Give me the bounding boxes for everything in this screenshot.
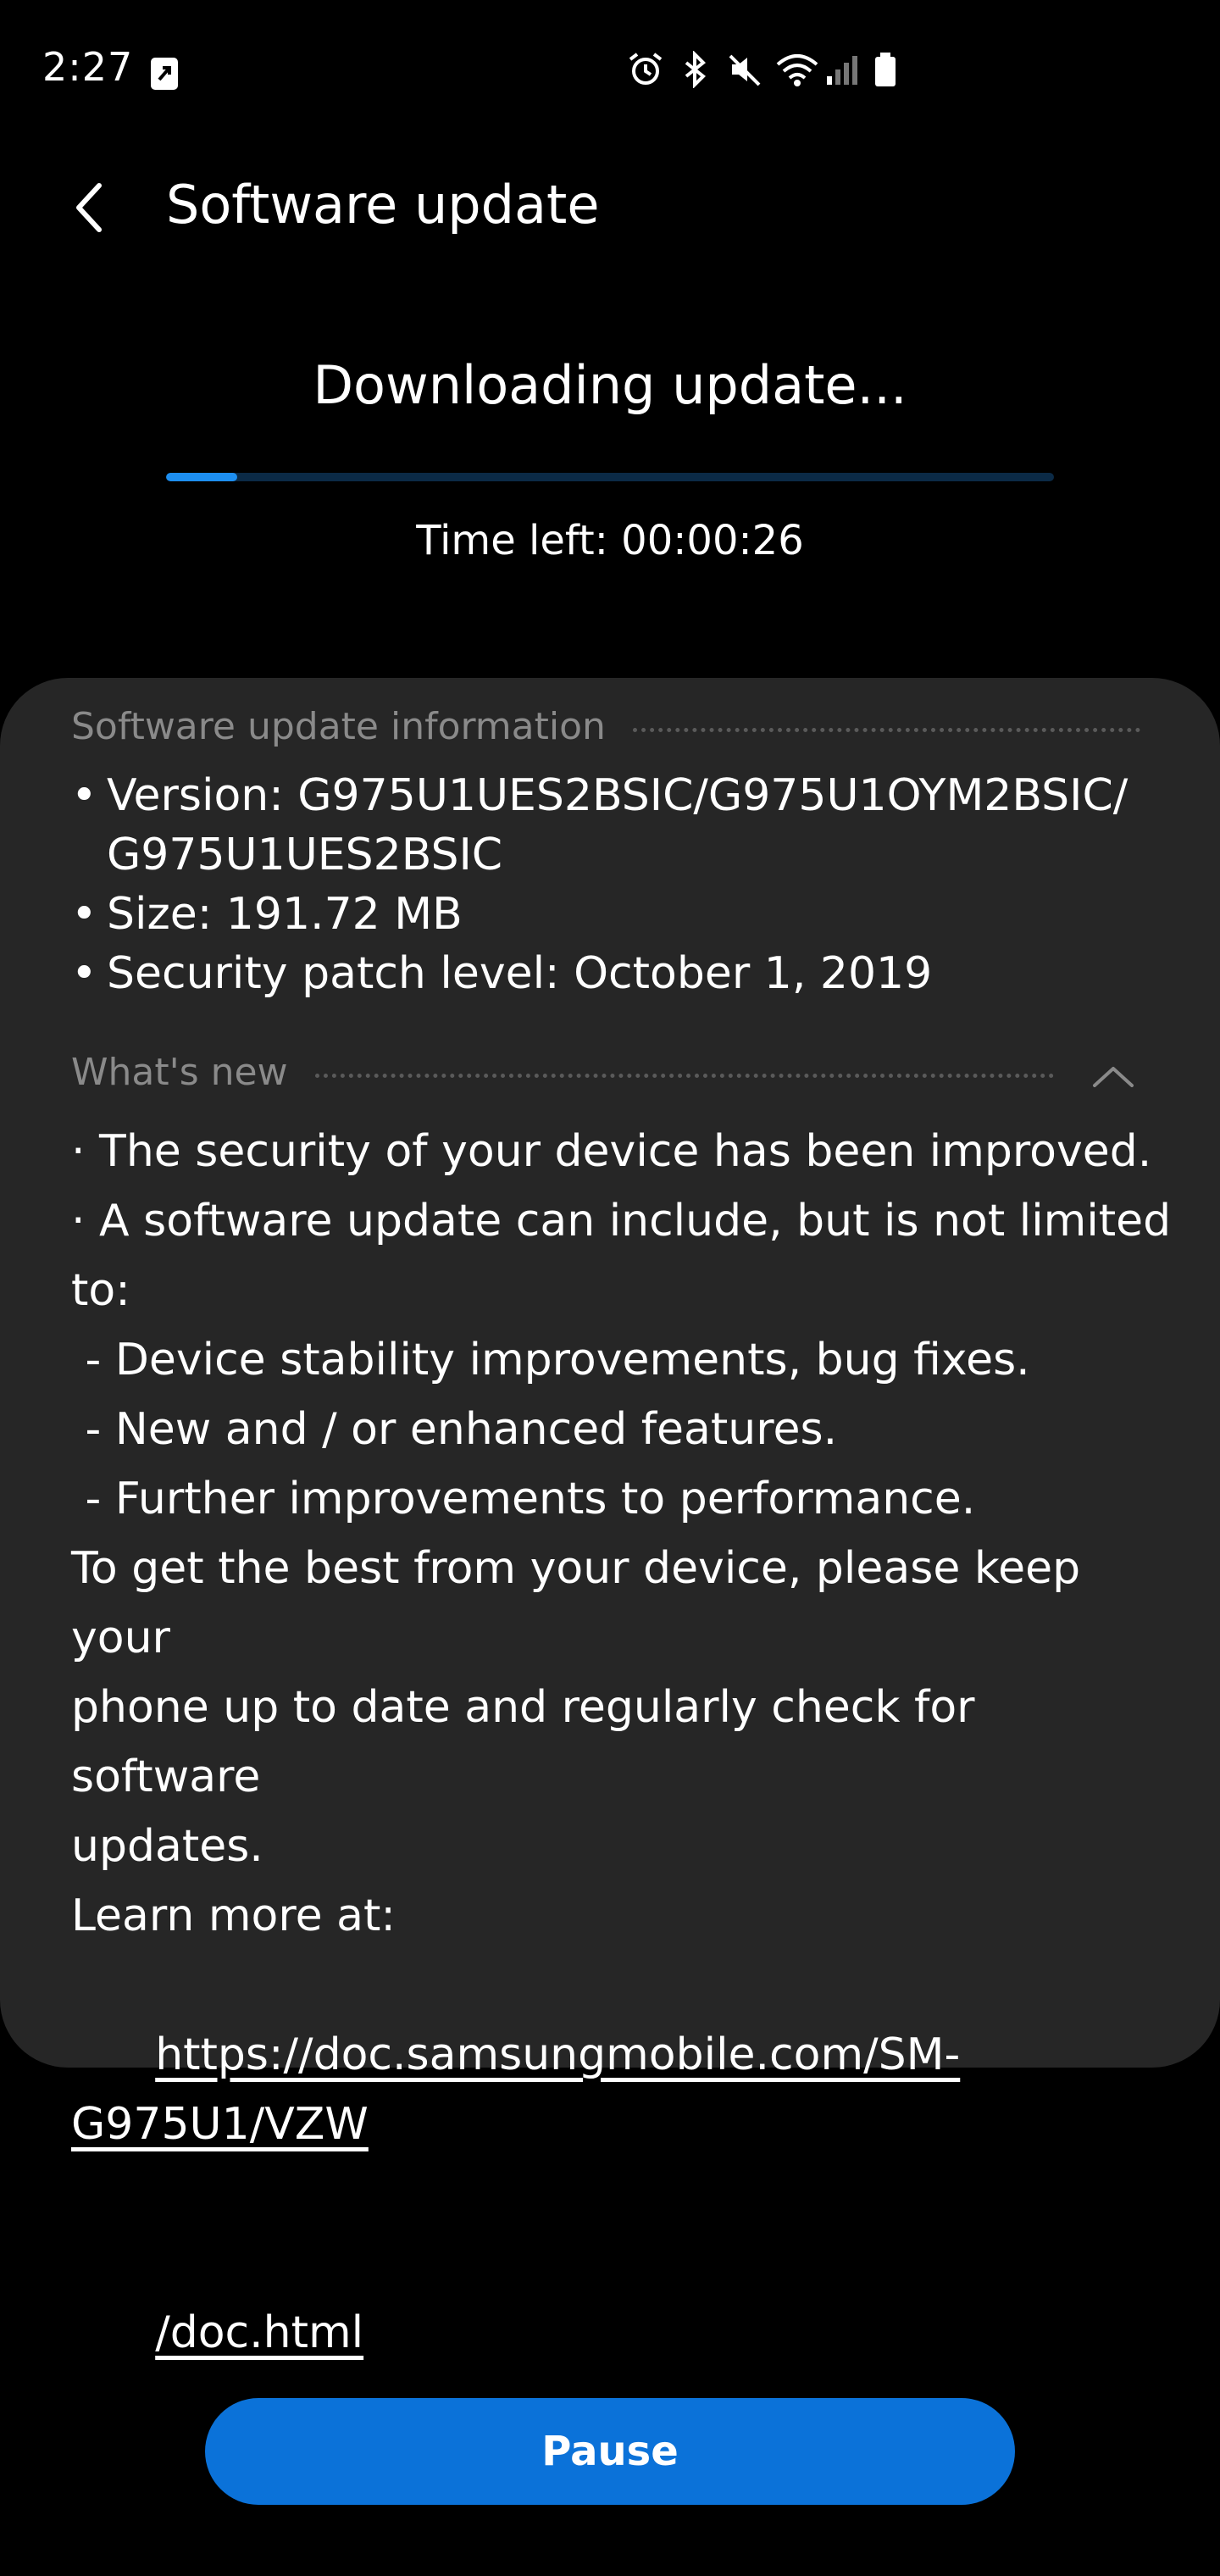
learn-more-link-part-1[interactable]: https://doc.samsungmobile.com/SM-G975U1/… [71,2029,960,2150]
software-update-info-header: Software update information [71,705,1140,748]
section-title: Software update information [71,705,606,748]
page-title: Software update [166,174,600,236]
section-divider [314,1074,1054,1078]
download-progress-bar [166,473,1054,481]
app-header: Software update [0,161,1220,254]
bullet: • [71,770,97,821]
whats-new-line: Learn more at: [71,1890,396,1941]
learn-more-link[interactable]: https://doc.samsungmobile.com/SM-G975U1/… [71,1951,1173,2229]
whats-new-line: · A software update can include, but is … [71,1196,1185,1316]
whats-new-line: · The security of your device has been i… [71,1126,1152,1177]
battery-icon [873,51,910,88]
whats-new-body: · The security of your device has been i… [71,1117,1173,2437]
time-left: Time left: 00:00:26 [416,517,804,564]
info-item-size: • Size: 191.72 MB [71,885,1173,944]
alarm-icon [627,51,664,88]
download-heading: Downloading update... [313,354,907,416]
update-info-list: • Version: G975U1UES2BSIC/G975U1OYM2BSIC… [71,766,1173,1003]
bullet: • [71,889,97,940]
whats-new-title: What's new [71,1051,288,1094]
chevron-up-icon [1093,1067,1134,1087]
security-patch-text: Security patch level: October 1, 2019 [107,948,933,999]
version-text: Version: G975U1UES2BSIC/G975U1OYM2BSIC/ … [107,770,1128,880]
whats-new-line: - Further improvements to performance. [71,1474,976,1524]
download-progress-fill [166,473,237,481]
status-bar: 2:27 [0,0,1220,153]
media-icon [149,56,180,92]
back-button[interactable] [51,169,127,246]
whats-new-line: - Device stability improvements, bug fix… [71,1335,1030,1385]
mute-icon [725,51,762,88]
pause-button[interactable]: Pause [205,2398,1015,2505]
size-text: Size: 191.72 MB [107,889,463,940]
whats-new-line: - New and / or enhanced features. [71,1404,838,1455]
bluetooth-icon [676,50,713,89]
whats-new-line: To get the best from your device, please… [71,1543,1095,1663]
update-info-card: Software update information • Version: G… [0,678,1220,2358]
status-icons [627,50,910,89]
whats-new-line: phone up to date and regularly check for… [71,1682,990,1802]
collapse-whats-new-button[interactable] [1088,1051,1139,1102]
bullet: • [71,948,97,999]
section-divider [632,728,1140,732]
info-item-version: • Version: G975U1UES2BSIC/G975U1OYM2BSIC… [71,766,1173,885]
status-time: 2:27 [42,44,134,90]
learn-more-link-part-2[interactable]: /doc.html [155,2307,363,2358]
whats-new-line: updates. [71,1821,263,1872]
info-item-security-patch: • Security patch level: October 1, 2019 [71,944,1173,1003]
whats-new-header: What's new [71,1051,1054,1094]
back-arrow-icon [76,183,102,232]
wifi-icon [774,51,818,88]
signal-icon [824,51,861,88]
